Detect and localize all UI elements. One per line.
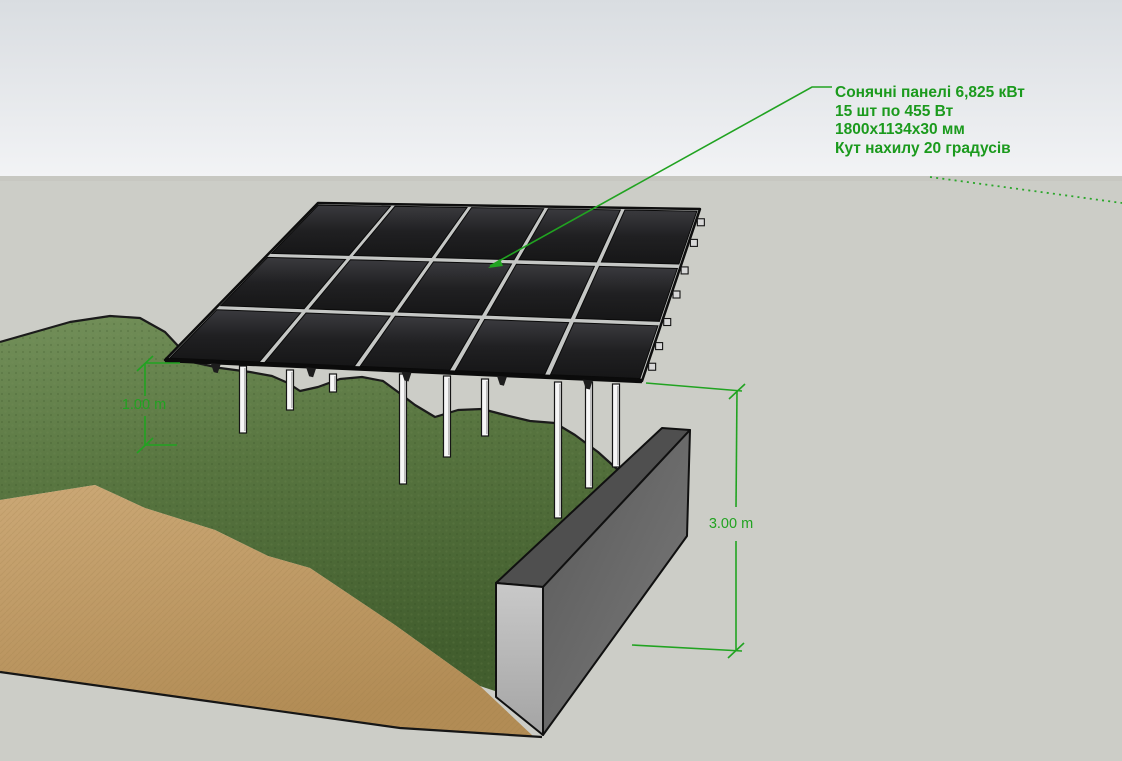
annotation-line: 1800х1134х30 мм [835,121,1025,140]
mounting-clip [649,363,656,370]
dimension-label-3m[interactable]: 3.00 m [709,517,753,532]
dim-line-upper [736,391,737,507]
annotation-line: Сонячні панелі 6,825 кВт [835,84,1025,103]
mounting-clip [697,219,704,226]
annotation-text[interactable]: Сонячні панелі 6,825 кВт 15 шт по 455 Вт… [835,84,1025,159]
dimension-label-1m[interactable]: 1.00 m [122,398,166,413]
annotation-line: 15 шт по 455 Вт [835,103,1025,122]
mounting-clip [673,291,680,298]
mounting-clip [690,239,697,246]
annotation-line: Кут нахилу 20 градусів [835,140,1025,159]
mounting-clip [656,343,663,350]
horizon-band [0,176,1122,181]
mounting-clip [681,267,688,274]
model-viewport[interactable]: Сонячні панелі 6,825 кВт 15 шт по 455 Вт… [0,0,1122,761]
mounting-clip [664,319,671,326]
